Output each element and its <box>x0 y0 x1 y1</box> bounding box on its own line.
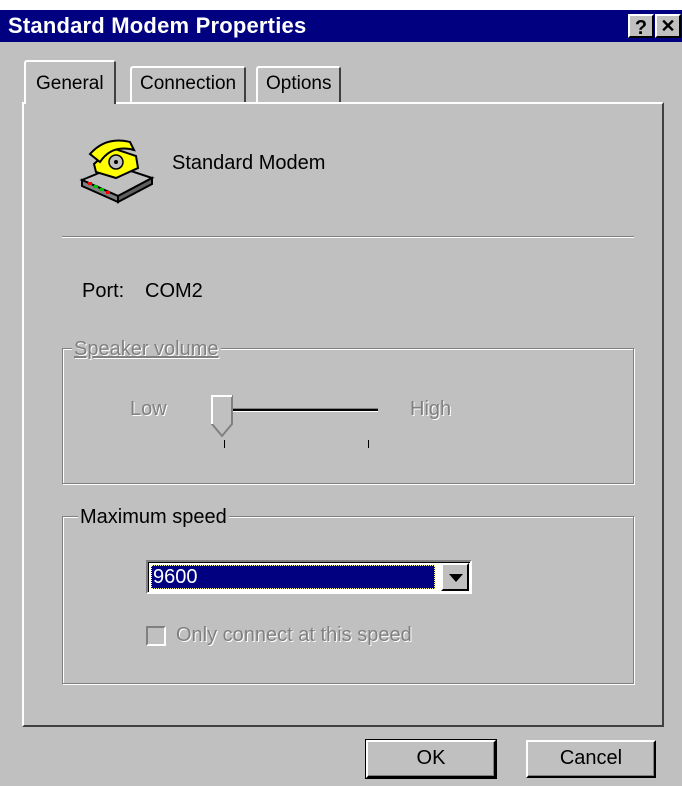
help-button[interactable]: ? <box>628 14 654 39</box>
tab-general-label: General <box>36 73 104 94</box>
volume-slider-track[interactable] <box>218 408 378 412</box>
modem-name: Standard Modem <box>172 152 326 174</box>
ok-button[interactable]: OK <box>365 739 497 779</box>
top-strip <box>0 0 682 10</box>
chevron-down-icon <box>449 574 463 582</box>
tab-connection[interactable]: Connection <box>130 66 247 102</box>
tab-general[interactable]: General <box>24 60 116 104</box>
cancel-button[interactable]: Cancel <box>526 740 656 778</box>
window-title: Standard Modem Properties <box>8 13 307 38</box>
volume-tick-low <box>224 440 225 448</box>
title-bar: Standard Modem Properties ? ✕ <box>0 10 682 42</box>
speaker-volume-legend: Speaker volume <box>72 338 221 361</box>
tab-options-label: Options <box>266 73 332 94</box>
volume-tick-high <box>368 440 369 448</box>
dropdown-button[interactable] <box>441 563 469 591</box>
volume-slider-thumb[interactable] <box>210 394 236 440</box>
tab-connection-label: Connection <box>140 73 237 94</box>
maximum-speed-group <box>62 516 634 684</box>
maximum-speed-value: 9600 <box>151 565 435 589</box>
close-icon: ✕ <box>660 16 676 36</box>
only-connect-label: Only connect at this speed <box>176 624 412 646</box>
volume-high-label: High <box>410 398 452 420</box>
tab-options[interactable]: Options <box>256 66 342 102</box>
separator <box>62 236 634 238</box>
maximum-speed-select[interactable]: 9600 <box>146 560 472 594</box>
close-button[interactable]: ✕ <box>655 14 681 38</box>
port-value: COM2 <box>145 280 203 302</box>
speaker-volume-legend-text: Speaker volume <box>74 338 219 360</box>
volume-low-label: Low <box>130 398 167 420</box>
only-connect-checkbox[interactable] <box>146 626 166 646</box>
maximum-speed-legend: Maximum speed <box>78 506 229 529</box>
telephone-modem-icon <box>79 139 155 204</box>
port-label: Port: <box>82 280 125 302</box>
